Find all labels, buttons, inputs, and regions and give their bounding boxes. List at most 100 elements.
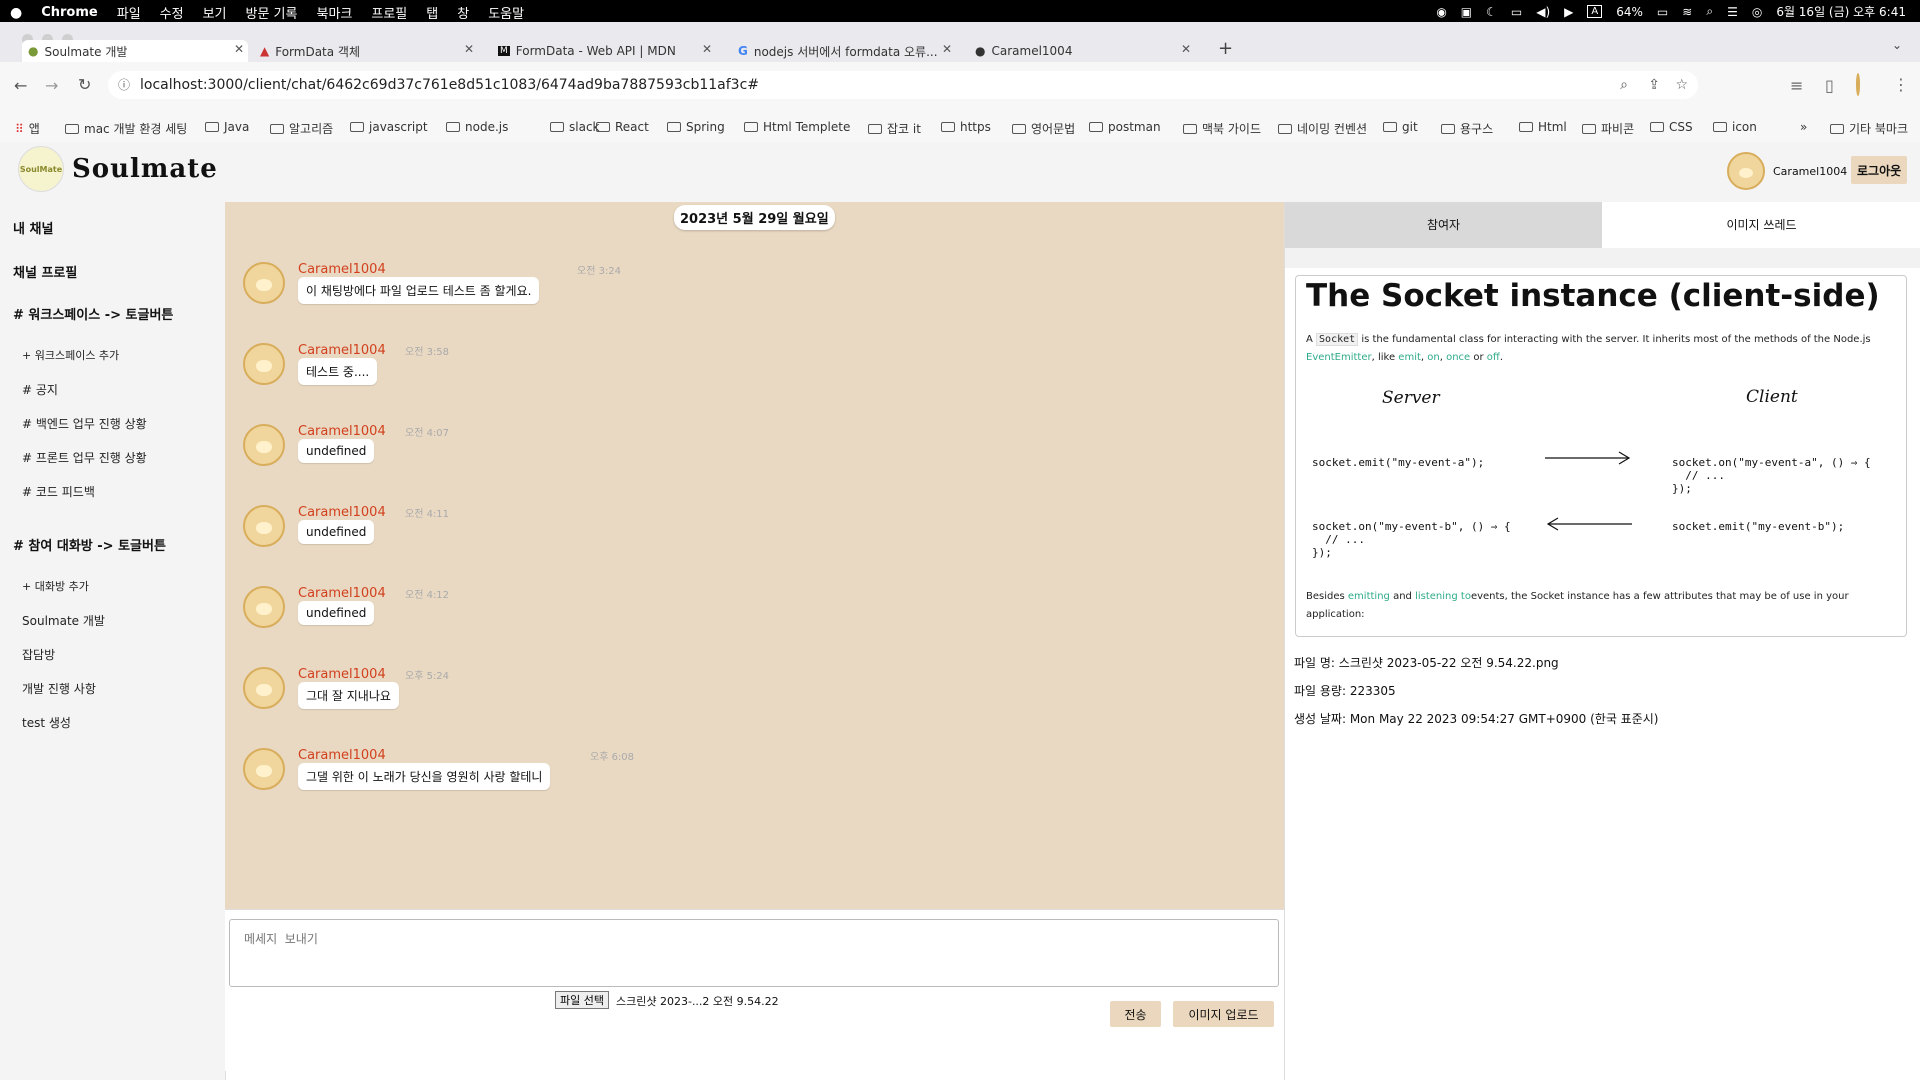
reading-list-icon[interactable]: ≡ <box>1790 76 1803 95</box>
image-upload-button[interactable]: 이미지 업로드 <box>1173 1001 1274 1027</box>
forward-icon[interactable]: → <box>45 76 58 95</box>
menu-edit[interactable]: 수정 <box>160 3 184 22</box>
bookmark-item[interactable]: icon <box>1713 120 1757 134</box>
close-icon[interactable]: ✕ <box>1181 42 1191 56</box>
wifi-icon[interactable]: ≋ <box>1682 5 1692 19</box>
reload-icon[interactable]: ↻ <box>78 75 91 94</box>
bookmark-item[interactable]: node.js <box>446 120 508 134</box>
link-emit[interactable]: emit <box>1398 352 1421 363</box>
link-eventemitter[interactable]: EventEmitter <box>1306 352 1372 363</box>
sidebar-item-chat-room[interactable]: 잡담방 <box>22 646 55 663</box>
bookmark-item[interactable]: 맥북 가이드 <box>1183 120 1261 137</box>
sidebar-item-code-feedback[interactable]: # 코드 피드백 <box>22 483 95 500</box>
menu-history[interactable]: 방문 기록 <box>246 3 298 22</box>
bookmark-item[interactable]: 알고리즘 <box>270 120 333 137</box>
control-center-icon[interactable]: ☰ <box>1727 5 1738 19</box>
link-emitting[interactable]: emitting <box>1348 591 1390 602</box>
sender-avatar[interactable] <box>243 424 285 466</box>
bookmark-item[interactable]: 용구스 <box>1441 120 1493 137</box>
close-icon[interactable]: ✕ <box>464 42 474 56</box>
screens-icon[interactable]: ▣ <box>1461 5 1472 19</box>
share-icon[interactable]: ⇪ <box>1648 71 1660 99</box>
sender-avatar[interactable] <box>243 505 285 547</box>
play-icon[interactable]: ▶ <box>1564 5 1573 19</box>
menu-profile[interactable]: 프로필 <box>371 3 407 22</box>
bookmark-item[interactable]: React <box>596 120 649 134</box>
sidebar-item-notice[interactable]: # 공지 <box>22 381 58 398</box>
image-preview[interactable]: The Socket instance (client-side) A Sock… <box>1295 275 1907 637</box>
bookmark-item[interactable]: Spring <box>667 120 725 134</box>
send-button[interactable]: 전송 <box>1110 1001 1161 1027</box>
message-icon[interactable]: ◉ <box>1436 5 1446 19</box>
input-source-icon[interactable]: A <box>1587 5 1603 18</box>
tab-participants[interactable]: 참여자 <box>1285 202 1602 248</box>
close-icon[interactable]: ✕ <box>234 42 244 56</box>
message-input[interactable] <box>229 919 1279 987</box>
user-avatar[interactable] <box>1727 152 1765 190</box>
menu-window[interactable]: 창 <box>457 3 469 22</box>
bookmark-item[interactable]: git <box>1383 120 1418 134</box>
bookmark-item[interactable]: CSS <box>1650 120 1693 134</box>
profile-avatar[interactable] <box>1856 73 1860 96</box>
zoom-icon[interactable]: ⌕ <box>1620 71 1628 99</box>
sidebar-workspace-toggle[interactable]: # 워크스페이스 -> 토글버튼 <box>13 304 173 323</box>
sender-avatar[interactable] <box>243 262 285 304</box>
sender-name[interactable]: Caramel1004 <box>298 586 386 601</box>
bookmark-item[interactable]: mac 개발 환경 세팅 <box>65 120 187 137</box>
bookmark-item[interactable]: 파비콘 <box>1582 120 1634 137</box>
bookmark-item[interactable]: postman <box>1089 120 1161 134</box>
sender-name[interactable]: Caramel1004 <box>298 748 386 763</box>
bookmark-item[interactable]: slack <box>550 120 600 134</box>
tab-soulmate[interactable]: ● Soulmate 개발 ✕ <box>22 40 248 62</box>
star-icon[interactable]: ☆ <box>1675 71 1688 99</box>
sender-avatar[interactable] <box>243 586 285 628</box>
tab-formdata[interactable]: ▲ FormData 객체 ✕ <box>260 40 478 62</box>
moon-icon[interactable]: ☾ <box>1486 5 1497 19</box>
sidebar-item-add-workspace[interactable]: + 워크스페이스 추가 <box>22 347 119 363</box>
sidebar-my-channel[interactable]: 내 채널 <box>13 218 53 237</box>
bookmark-item[interactable]: 네이밍 컨벤션 <box>1278 120 1367 137</box>
bookmark-item[interactable]: 영어문법 <box>1012 120 1075 137</box>
more-icon[interactable]: ⋮ <box>1893 75 1909 94</box>
bookmark-item[interactable]: ⠿ 앱 <box>15 120 40 137</box>
tab-mdn[interactable]: M FormData - Web API | MDN ✕ <box>498 40 716 62</box>
display-icon[interactable]: ▭ <box>1511 5 1522 19</box>
search-icon[interactable]: ⌕ <box>1706 4 1713 19</box>
battery-icon[interactable]: ▭ <box>1657 5 1668 19</box>
logo[interactable]: SoulMate <box>18 146 64 192</box>
link-once[interactable]: once <box>1446 352 1470 363</box>
sender-name[interactable]: Caramel1004 <box>298 262 386 277</box>
sidebar-item-add-room[interactable]: + 대화방 추가 <box>22 578 89 594</box>
tab-google[interactable]: G nodejs 서버에서 formdata 오류... ✕ <box>738 40 956 62</box>
menu-bookmarks[interactable]: 북마크 <box>316 3 352 22</box>
volume-icon[interactable]: ◀) <box>1536 5 1550 19</box>
back-icon[interactable]: ← <box>14 76 27 95</box>
bookmark-item[interactable]: 잡코 it <box>868 120 921 137</box>
menu-tab[interactable]: 탭 <box>426 3 438 22</box>
menu-chrome[interactable]: Chrome <box>41 5 98 20</box>
sender-name[interactable]: Caramel1004 <box>298 424 386 439</box>
site-info-icon[interactable]: ⓘ <box>118 71 130 99</box>
side-panel-icon[interactable]: ▯ <box>1825 76 1834 95</box>
sender-avatar[interactable] <box>243 748 285 790</box>
menu-help[interactable]: 도움말 <box>488 3 524 22</box>
bookmark-item[interactable]: Html <box>1519 120 1567 134</box>
tab-image-thread[interactable]: 이미지 쓰레드 <box>1602 202 1920 248</box>
menu-file[interactable]: 파일 <box>117 3 141 22</box>
sidebar-item-frontend[interactable]: # 프론트 업무 진행 상황 <box>22 449 147 466</box>
sidebar-item-soulmate-dev[interactable]: Soulmate 개발 <box>22 612 105 629</box>
sidebar-item-dev-progress[interactable]: 개발 진행 사항 <box>22 680 96 697</box>
more-bookmarks-icon[interactable]: » <box>1800 120 1807 134</box>
menu-view[interactable]: 보기 <box>203 3 227 22</box>
address-bar[interactable]: ⓘ localhost:3000/client/chat/6462c69d37c… <box>108 71 1698 99</box>
tab-search-icon[interactable]: ⌄ <box>1892 38 1902 52</box>
sidebar-rooms-toggle[interactable]: # 참여 대화방 -> 토글버튼 <box>13 535 166 554</box>
link-listening[interactable]: listening to <box>1415 591 1471 602</box>
link-on[interactable]: on <box>1427 352 1439 363</box>
apple-icon[interactable]: ● <box>10 5 22 21</box>
sidebar-item-backend[interactable]: # 백엔드 업무 진행 상황 <box>22 415 147 432</box>
sidebar-channel-profile[interactable]: 채널 프로필 <box>13 262 77 281</box>
sender-avatar[interactable] <box>243 343 285 385</box>
sender-avatar[interactable] <box>243 667 285 709</box>
file-select-button[interactable]: 파일 선택 <box>555 991 609 1009</box>
